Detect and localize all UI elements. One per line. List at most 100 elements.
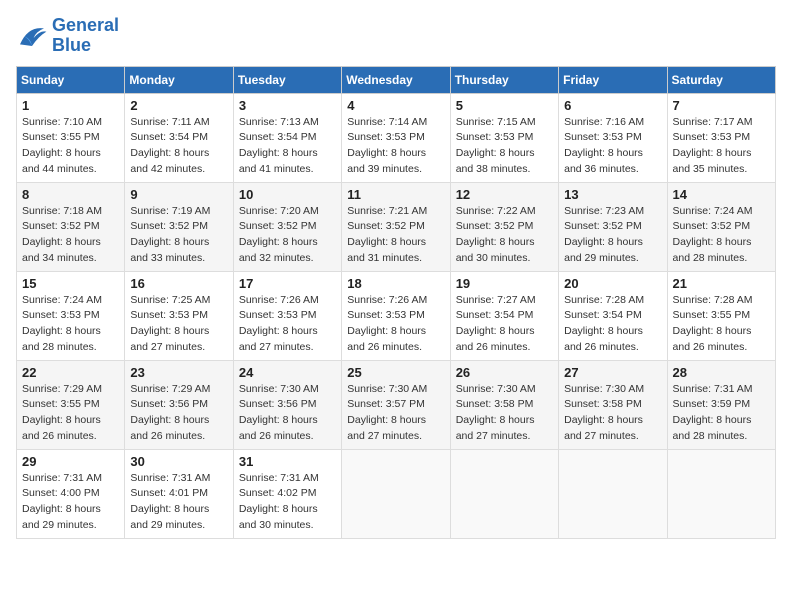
day-number: 7 — [673, 98, 770, 113]
day-number: 6 — [564, 98, 661, 113]
day-info: Sunrise: 7:20 AMSunset: 3:52 PMDaylight:… — [239, 204, 336, 267]
calendar-cell: 22 Sunrise: 7:29 AMSunset: 3:55 PMDaylig… — [17, 360, 125, 449]
day-number: 28 — [673, 365, 770, 380]
day-info: Sunrise: 7:31 AMSunset: 4:02 PMDaylight:… — [239, 471, 336, 534]
calendar-cell: 4 Sunrise: 7:14 AMSunset: 3:53 PMDayligh… — [342, 93, 450, 182]
calendar-cell: 28 Sunrise: 7:31 AMSunset: 3:59 PMDaylig… — [667, 360, 775, 449]
calendar-cell: 18 Sunrise: 7:26 AMSunset: 3:53 PMDaylig… — [342, 271, 450, 360]
day-info: Sunrise: 7:31 AMSunset: 3:59 PMDaylight:… — [673, 382, 770, 445]
day-info: Sunrise: 7:28 AMSunset: 3:54 PMDaylight:… — [564, 293, 661, 356]
day-number: 15 — [22, 276, 119, 291]
calendar-cell: 26 Sunrise: 7:30 AMSunset: 3:58 PMDaylig… — [450, 360, 558, 449]
calendar-cell: 12 Sunrise: 7:22 AMSunset: 3:52 PMDaylig… — [450, 182, 558, 271]
day-number: 31 — [239, 454, 336, 469]
calendar-cell: 9 Sunrise: 7:19 AMSunset: 3:52 PMDayligh… — [125, 182, 233, 271]
day-number: 21 — [673, 276, 770, 291]
day-number: 8 — [22, 187, 119, 202]
calendar-cell: 13 Sunrise: 7:23 AMSunset: 3:52 PMDaylig… — [559, 182, 667, 271]
calendar-cell — [667, 449, 775, 538]
calendar-cell: 10 Sunrise: 7:20 AMSunset: 3:52 PMDaylig… — [233, 182, 341, 271]
logo-text: General Blue — [52, 16, 119, 56]
calendar-cell: 25 Sunrise: 7:30 AMSunset: 3:57 PMDaylig… — [342, 360, 450, 449]
day-number: 29 — [22, 454, 119, 469]
day-number: 14 — [673, 187, 770, 202]
day-number: 11 — [347, 187, 444, 202]
day-info: Sunrise: 7:23 AMSunset: 3:52 PMDaylight:… — [564, 204, 661, 267]
day-info: Sunrise: 7:31 AMSunset: 4:01 PMDaylight:… — [130, 471, 227, 534]
calendar-cell — [450, 449, 558, 538]
weekday-header: Friday — [559, 66, 667, 93]
calendar-cell: 7 Sunrise: 7:17 AMSunset: 3:53 PMDayligh… — [667, 93, 775, 182]
day-number: 1 — [22, 98, 119, 113]
day-number: 12 — [456, 187, 553, 202]
calendar-header-row: SundayMondayTuesdayWednesdayThursdayFrid… — [17, 66, 776, 93]
calendar-cell: 1 Sunrise: 7:10 AMSunset: 3:55 PMDayligh… — [17, 93, 125, 182]
day-info: Sunrise: 7:30 AMSunset: 3:58 PMDaylight:… — [456, 382, 553, 445]
day-number: 16 — [130, 276, 227, 291]
calendar-cell: 2 Sunrise: 7:11 AMSunset: 3:54 PMDayligh… — [125, 93, 233, 182]
calendar-cell: 16 Sunrise: 7:25 AMSunset: 3:53 PMDaylig… — [125, 271, 233, 360]
day-info: Sunrise: 7:24 AMSunset: 3:52 PMDaylight:… — [673, 204, 770, 267]
calendar-cell: 21 Sunrise: 7:28 AMSunset: 3:55 PMDaylig… — [667, 271, 775, 360]
day-number: 20 — [564, 276, 661, 291]
day-number: 27 — [564, 365, 661, 380]
calendar-cell — [559, 449, 667, 538]
day-info: Sunrise: 7:17 AMSunset: 3:53 PMDaylight:… — [673, 115, 770, 178]
day-number: 4 — [347, 98, 444, 113]
day-info: Sunrise: 7:26 AMSunset: 3:53 PMDaylight:… — [239, 293, 336, 356]
calendar-cell: 11 Sunrise: 7:21 AMSunset: 3:52 PMDaylig… — [342, 182, 450, 271]
calendar-cell — [342, 449, 450, 538]
logo: General Blue — [16, 16, 119, 56]
calendar-table: SundayMondayTuesdayWednesdayThursdayFrid… — [16, 66, 776, 539]
calendar-cell: 8 Sunrise: 7:18 AMSunset: 3:52 PMDayligh… — [17, 182, 125, 271]
day-info: Sunrise: 7:14 AMSunset: 3:53 PMDaylight:… — [347, 115, 444, 178]
calendar-cell: 17 Sunrise: 7:26 AMSunset: 3:53 PMDaylig… — [233, 271, 341, 360]
day-info: Sunrise: 7:16 AMSunset: 3:53 PMDaylight:… — [564, 115, 661, 178]
weekday-header: Thursday — [450, 66, 558, 93]
logo-icon — [16, 22, 48, 50]
calendar-cell: 30 Sunrise: 7:31 AMSunset: 4:01 PMDaylig… — [125, 449, 233, 538]
calendar-cell: 31 Sunrise: 7:31 AMSunset: 4:02 PMDaylig… — [233, 449, 341, 538]
calendar-cell: 15 Sunrise: 7:24 AMSunset: 3:53 PMDaylig… — [17, 271, 125, 360]
calendar-week-row: 22 Sunrise: 7:29 AMSunset: 3:55 PMDaylig… — [17, 360, 776, 449]
day-number: 13 — [564, 187, 661, 202]
weekday-header: Sunday — [17, 66, 125, 93]
calendar-cell: 14 Sunrise: 7:24 AMSunset: 3:52 PMDaylig… — [667, 182, 775, 271]
calendar-week-row: 8 Sunrise: 7:18 AMSunset: 3:52 PMDayligh… — [17, 182, 776, 271]
calendar-cell: 23 Sunrise: 7:29 AMSunset: 3:56 PMDaylig… — [125, 360, 233, 449]
calendar-week-row: 29 Sunrise: 7:31 AMSunset: 4:00 PMDaylig… — [17, 449, 776, 538]
day-info: Sunrise: 7:13 AMSunset: 3:54 PMDaylight:… — [239, 115, 336, 178]
day-number: 9 — [130, 187, 227, 202]
day-number: 10 — [239, 187, 336, 202]
weekday-header: Tuesday — [233, 66, 341, 93]
page-header: General Blue — [16, 16, 776, 56]
day-number: 23 — [130, 365, 227, 380]
calendar-week-row: 1 Sunrise: 7:10 AMSunset: 3:55 PMDayligh… — [17, 93, 776, 182]
day-info: Sunrise: 7:26 AMSunset: 3:53 PMDaylight:… — [347, 293, 444, 356]
calendar-cell: 19 Sunrise: 7:27 AMSunset: 3:54 PMDaylig… — [450, 271, 558, 360]
day-number: 19 — [456, 276, 553, 291]
day-info: Sunrise: 7:30 AMSunset: 3:56 PMDaylight:… — [239, 382, 336, 445]
calendar-cell: 5 Sunrise: 7:15 AMSunset: 3:53 PMDayligh… — [450, 93, 558, 182]
day-number: 24 — [239, 365, 336, 380]
calendar-cell: 29 Sunrise: 7:31 AMSunset: 4:00 PMDaylig… — [17, 449, 125, 538]
day-number: 22 — [22, 365, 119, 380]
day-number: 2 — [130, 98, 227, 113]
day-info: Sunrise: 7:15 AMSunset: 3:53 PMDaylight:… — [456, 115, 553, 178]
day-number: 26 — [456, 365, 553, 380]
day-info: Sunrise: 7:25 AMSunset: 3:53 PMDaylight:… — [130, 293, 227, 356]
day-number: 5 — [456, 98, 553, 113]
calendar-cell: 24 Sunrise: 7:30 AMSunset: 3:56 PMDaylig… — [233, 360, 341, 449]
calendar-week-row: 15 Sunrise: 7:24 AMSunset: 3:53 PMDaylig… — [17, 271, 776, 360]
calendar-cell: 6 Sunrise: 7:16 AMSunset: 3:53 PMDayligh… — [559, 93, 667, 182]
day-info: Sunrise: 7:29 AMSunset: 3:56 PMDaylight:… — [130, 382, 227, 445]
day-info: Sunrise: 7:22 AMSunset: 3:52 PMDaylight:… — [456, 204, 553, 267]
day-info: Sunrise: 7:29 AMSunset: 3:55 PMDaylight:… — [22, 382, 119, 445]
calendar-cell: 20 Sunrise: 7:28 AMSunset: 3:54 PMDaylig… — [559, 271, 667, 360]
day-info: Sunrise: 7:30 AMSunset: 3:57 PMDaylight:… — [347, 382, 444, 445]
weekday-header: Wednesday — [342, 66, 450, 93]
weekday-header: Saturday — [667, 66, 775, 93]
day-info: Sunrise: 7:24 AMSunset: 3:53 PMDaylight:… — [22, 293, 119, 356]
day-info: Sunrise: 7:27 AMSunset: 3:54 PMDaylight:… — [456, 293, 553, 356]
calendar-cell: 3 Sunrise: 7:13 AMSunset: 3:54 PMDayligh… — [233, 93, 341, 182]
